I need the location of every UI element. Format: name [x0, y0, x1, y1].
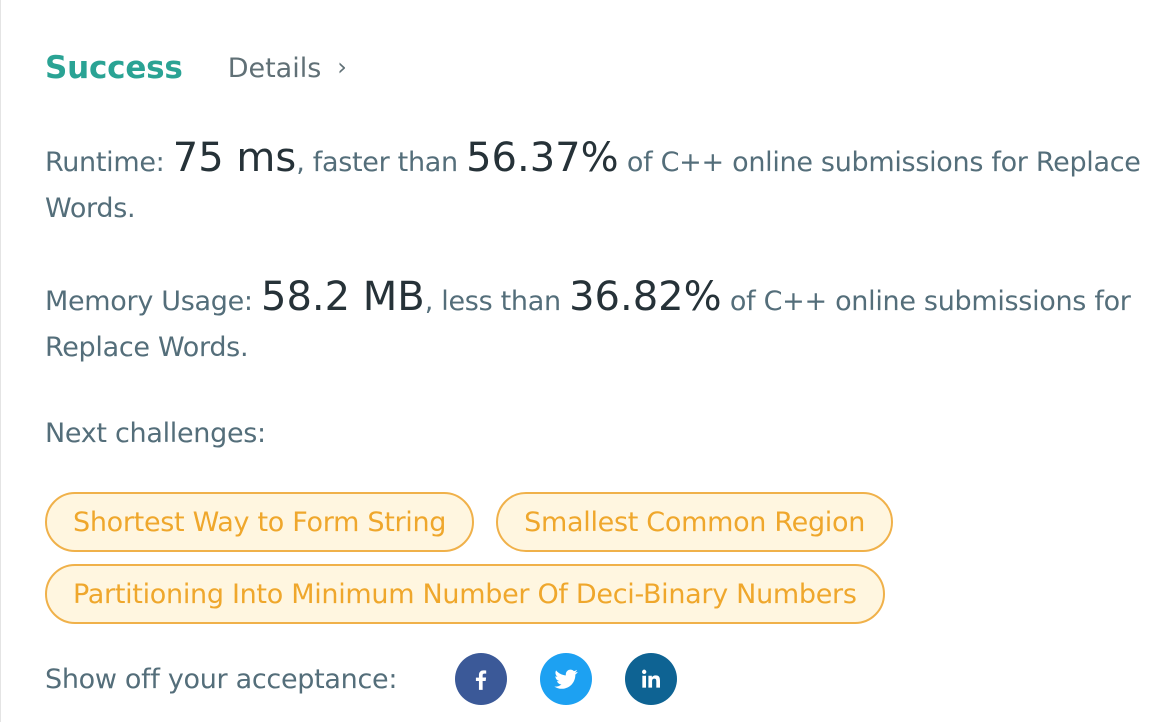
status-label: Success [45, 50, 183, 86]
challenge-tags: Shortest Way to Form String Smallest Com… [45, 492, 1045, 624]
challenge-tag-deci-binary[interactable]: Partitioning Into Minimum Number Of Deci… [45, 564, 885, 624]
runtime-result: Runtime: 75 ms, faster than 56.37% of C+… [45, 135, 1145, 232]
memory-percent: 36.82% [569, 274, 722, 320]
details-label: Details [227, 52, 322, 84]
facebook-share-button[interactable] [455, 653, 508, 705]
details-link[interactable]: Details › [228, 53, 347, 84]
chevron-right-icon: › [337, 53, 347, 81]
challenge-tag-smallest-common-region[interactable]: Smallest Common Region [496, 492, 894, 552]
facebook-icon [476, 670, 487, 690]
share-icons [455, 653, 678, 705]
runtime-percent: 56.37% [466, 135, 619, 181]
challenge-tag-shortest-way[interactable]: Shortest Way to Form String [45, 492, 475, 552]
share-label: Show off your acceptance: [45, 663, 398, 695]
twitter-share-button[interactable] [540, 653, 593, 705]
next-challenges-label: Next challenges: [45, 418, 266, 449]
twitter-icon [554, 669, 578, 689]
memory-middle: , less than [424, 286, 570, 317]
memory-result: Memory Usage: 58.2 MB, less than 36.82% … [45, 274, 1145, 371]
runtime-value: 75 ms [172, 135, 297, 181]
runtime-prefix: Runtime: [45, 147, 173, 178]
linkedin-icon [642, 669, 661, 688]
status-line: Success Details › [45, 44, 347, 92]
submission-result-panel: Success Details › Runtime: 75 ms, faster… [0, 0, 1172, 722]
memory-prefix: Memory Usage: [45, 286, 261, 317]
runtime-middle: , faster than [296, 147, 467, 178]
share-row: Show off your acceptance: [45, 650, 678, 708]
memory-value: 58.2 MB [261, 274, 425, 320]
linkedin-share-button[interactable] [625, 653, 678, 705]
